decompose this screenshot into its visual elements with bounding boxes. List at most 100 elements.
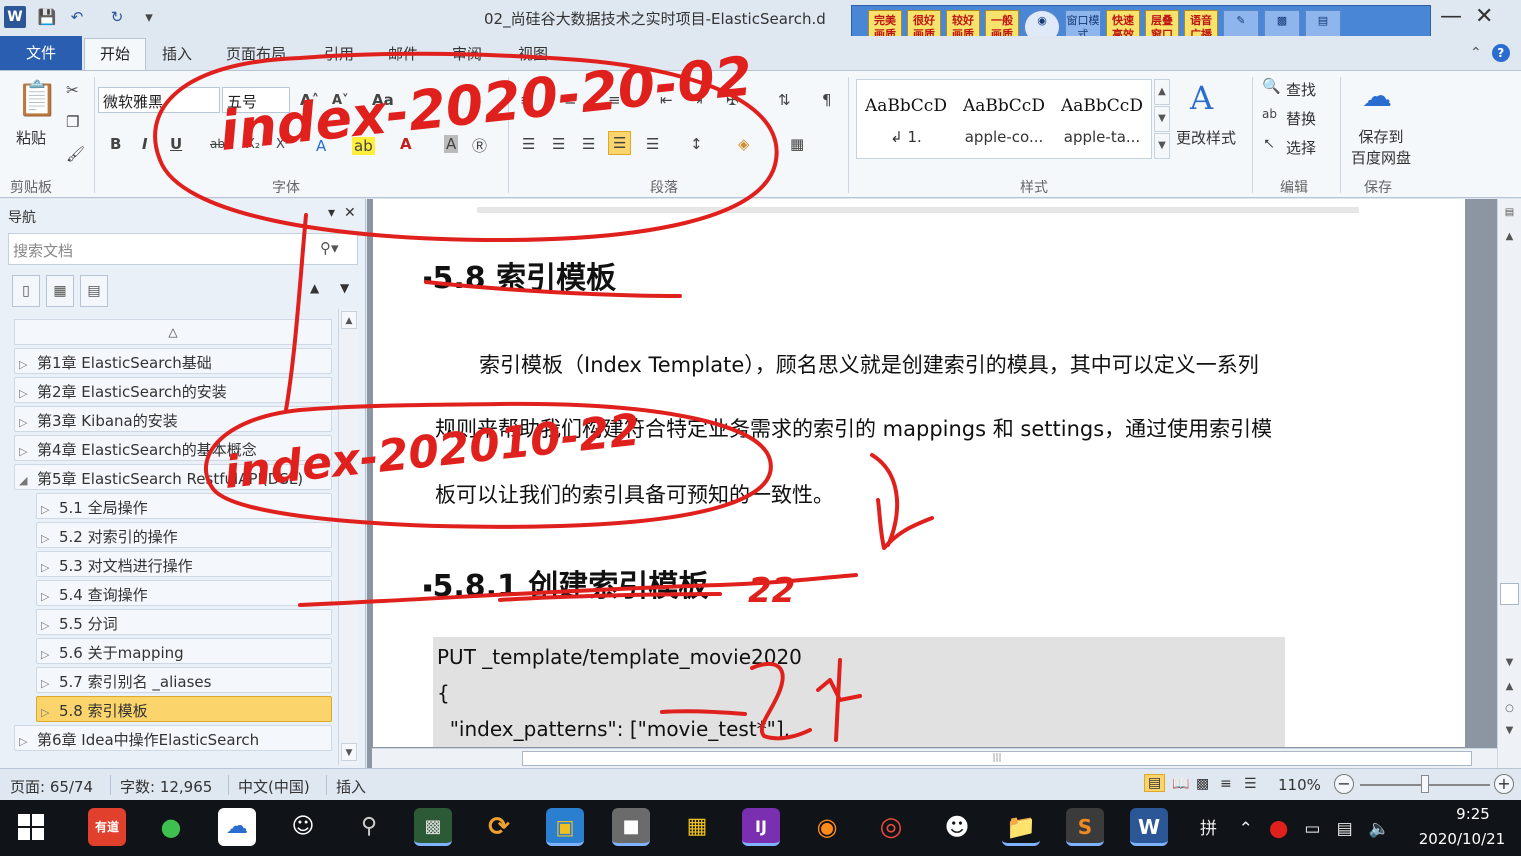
minimize-icon[interactable]: —: [1440, 4, 1462, 29]
paste-button[interactable]: 粘贴: [16, 127, 46, 148]
style-heading-1[interactable]: AaBbCcD ↲ 1.: [857, 80, 955, 158]
replace-icon[interactable]: ab: [1262, 107, 1277, 121]
nav-collapse-icon[interactable]: △: [14, 319, 332, 345]
pages-view-icon[interactable]: ▦: [46, 275, 74, 307]
scroll-up-icon[interactable]: ▲: [1501, 231, 1518, 242]
select-icon[interactable]: ⭦: [1264, 135, 1274, 153]
word-count[interactable]: 字数: 12,965: [120, 776, 212, 797]
nav-scrollbar[interactable]: ▲ ▼: [338, 309, 358, 765]
baidu-netdisk-app-icon[interactable]: ☁: [218, 808, 256, 846]
find-icon[interactable]: 🔍: [1262, 77, 1281, 95]
clock-time[interactable]: 9:25: [1438, 805, 1508, 823]
collapsed-arrow-icon[interactable]: ▷: [41, 648, 59, 661]
nav-item[interactable]: ▷ 第3章 Kibana的安装: [14, 406, 332, 432]
zoom-in-icon[interactable]: +: [1494, 774, 1514, 794]
subscript-icon[interactable]: X₂: [246, 137, 260, 152]
styles-more-icon[interactable]: ▼: [1154, 133, 1170, 159]
nav-scroll-up-icon[interactable]: ▲: [341, 311, 357, 329]
outline-view-icon[interactable]: ≡: [1220, 776, 1232, 792]
superscript-icon[interactable]: X²: [276, 137, 290, 152]
browse-object-icon[interactable]: ○: [1501, 703, 1518, 714]
clock-date[interactable]: 2020/10/21: [1410, 830, 1514, 848]
shrink-font-icon[interactable]: A˅: [332, 93, 349, 108]
collapsed-arrow-icon[interactable]: ▷: [41, 590, 59, 603]
magnifier-app-icon[interactable]: ⚲: [350, 808, 388, 846]
collapsed-arrow-icon[interactable]: ▷: [19, 445, 37, 458]
tab-page-layout[interactable]: 页面布局: [226, 43, 286, 64]
collapsed-arrow-icon[interactable]: ▷: [19, 358, 37, 371]
word-logo-icon[interactable]: W: [4, 6, 26, 28]
change-case-icon[interactable]: Aa: [372, 91, 394, 109]
line-spacing-icon[interactable]: ↕: [690, 135, 703, 153]
strikethrough-icon[interactable]: abc: [210, 137, 232, 151]
center-icon[interactable]: ☰: [552, 135, 565, 153]
firefox-app-icon[interactable]: ◉: [808, 808, 846, 846]
word-app-icon[interactable]: W: [1130, 808, 1168, 846]
terminal-app-icon[interactable]: ▩: [414, 808, 452, 846]
collapsed-arrow-icon[interactable]: ▷: [41, 677, 59, 690]
copy-icon[interactable]: ❐: [66, 113, 79, 131]
horizontal-scrollbar[interactable]: |||: [372, 748, 1497, 768]
distributed-icon[interactable]: ☰: [646, 135, 659, 153]
collapsed-arrow-icon[interactable]: ▷: [19, 387, 37, 400]
search-icon[interactable]: ⚲▾: [320, 239, 339, 257]
nav-item[interactable]: ▷ 5.3 对文档进行操作: [36, 551, 332, 577]
sort-icon[interactable]: ⇅: [778, 91, 791, 109]
replace-button[interactable]: 替换: [1286, 108, 1316, 129]
ruler-toggle-icon[interactable]: ▤: [1501, 207, 1518, 218]
bullets-icon[interactable]: ≡: [520, 91, 533, 109]
print-layout-icon[interactable]: ▤: [1144, 774, 1166, 792]
language-indicator[interactable]: 中文(中国): [238, 776, 310, 797]
save-icon[interactable]: 💾: [36, 6, 58, 28]
page-count[interactable]: 页面: 65/74: [10, 776, 93, 797]
styles-scroll-up-icon[interactable]: ▲: [1154, 79, 1170, 105]
style-apple-tab[interactable]: AaBbCcD apple-ta...: [1053, 80, 1151, 158]
collapsed-arrow-icon[interactable]: ▷: [41, 503, 59, 516]
web-layout-icon[interactable]: ▩: [1196, 776, 1209, 792]
font-color-icon[interactable]: A: [400, 135, 412, 153]
bold-icon[interactable]: B: [110, 135, 121, 153]
shading-icon[interactable]: ◈: [738, 135, 750, 153]
highlight-icon[interactable]: ab: [352, 137, 375, 155]
zoom-slider-thumb[interactable]: [1421, 775, 1429, 793]
enclose-character-icon[interactable]: Ⓡ: [472, 135, 487, 156]
tab-file[interactable]: 文件: [0, 36, 82, 70]
screen-recorder-app-icon[interactable]: ■: [612, 808, 650, 846]
multilevel-list-icon[interactable]: ≡: [608, 91, 621, 109]
collapsed-arrow-icon[interactable]: ▷: [19, 735, 37, 748]
sublime-app-icon[interactable]: S: [1066, 808, 1104, 846]
nav-item[interactable]: ▷ 5.7 索引别名 _aliases: [36, 667, 332, 693]
increase-indent-icon[interactable]: ⇥: [690, 91, 703, 109]
align-right-icon[interactable]: ☰: [582, 135, 595, 153]
collapsed-arrow-icon[interactable]: ▷: [19, 416, 37, 429]
next-heading-icon[interactable]: ▼: [340, 281, 349, 295]
collapsed-arrow-icon[interactable]: ▷: [41, 619, 59, 632]
grow-font-icon[interactable]: A˄: [300, 91, 319, 109]
chrome-app-icon[interactable]: ◎: [872, 808, 910, 846]
file-explorer-app-icon[interactable]: 📁: [1002, 808, 1040, 846]
cut-icon[interactable]: ✂: [66, 81, 79, 99]
remote-app-icon[interactable]: ▣: [546, 808, 584, 846]
youdao-app-icon[interactable]: 有道: [88, 808, 126, 846]
change-styles-icon[interactable]: A: [1190, 79, 1213, 117]
collapsed-arrow-icon[interactable]: ▷: [41, 561, 59, 574]
zoom-level[interactable]: 110%: [1278, 776, 1321, 794]
nav-item[interactable]: ▷ 5.1 全局操作: [36, 493, 332, 519]
vertical-scroll-thumb[interactable]: [1500, 583, 1519, 605]
styles-scroll-down-icon[interactable]: ▼: [1154, 106, 1170, 132]
nav-item[interactable]: ▷ 5.4 查询操作: [36, 580, 332, 606]
previous-page-icon[interactable]: ▲: [1501, 681, 1518, 692]
justify-icon[interactable]: ☰: [608, 131, 632, 155]
nav-menu-icon[interactable]: ▾: [328, 205, 335, 221]
italic-icon[interactable]: I: [142, 135, 148, 153]
select-button[interactable]: 选择: [1286, 137, 1316, 158]
nav-item[interactable]: ▷ 第1章 ElasticSearch基础: [14, 348, 332, 374]
intellij-idea-app-icon[interactable]: IJ: [742, 808, 780, 846]
horizontal-scroll-thumb[interactable]: |||: [522, 751, 1472, 766]
tab-references[interactable]: 引用: [324, 43, 354, 64]
insert-mode[interactable]: 插入: [336, 776, 366, 797]
expanded-arrow-icon[interactable]: ◢: [19, 474, 37, 487]
user-avatar-app-icon[interactable]: ☺: [284, 808, 322, 846]
character-shading-icon[interactable]: A: [444, 135, 459, 153]
document-page[interactable]: ▪5.8 索引模板 索引模板（Index Template），顾名思义就是创建索…: [373, 199, 1465, 747]
